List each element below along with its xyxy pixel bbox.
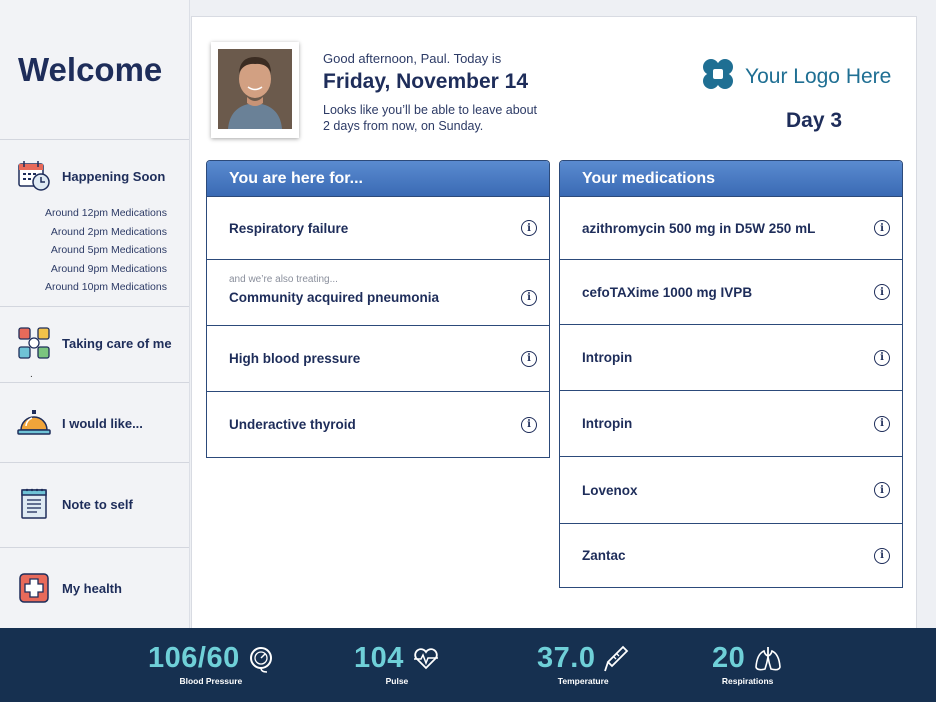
info-icon[interactable]: i — [874, 284, 890, 300]
discharge-estimate: Looks like you’ll be able to leave about… — [323, 102, 593, 134]
vital-blood-pressure[interactable]: 106/60 Blood Pressure — [148, 642, 274, 686]
diagnosis-row[interactable]: and we’re also treating... Community acq… — [207, 259, 549, 325]
list-item[interactable]: Around 5pm Medications — [0, 241, 167, 260]
sidebar-item-note-to-self[interactable]: Note to self — [0, 463, 189, 548]
list-item[interactable]: Around 2pm Medications — [0, 223, 167, 242]
info-icon[interactable]: i — [521, 416, 537, 433]
vital-label: Respirations — [721, 676, 774, 686]
diagnosis-label: High blood pressure — [229, 351, 361, 366]
also-treating-note: and we’re also treating... — [229, 274, 338, 285]
sidebar-item-label: Happening Soon — [62, 168, 166, 184]
medication-row[interactable]: Intropin i — [560, 390, 902, 456]
avatar — [218, 49, 292, 129]
vital-respirations[interactable]: 20 Respirations — [712, 642, 783, 686]
medication-label: Zantac — [582, 548, 626, 563]
main-panel: Good afternoon, Paul. Today is Friday, N… — [191, 16, 917, 628]
vital-value: 106/60 — [148, 642, 240, 674]
sidebar: Welcome Happening Soon Around 12pm Medic… — [0, 0, 190, 628]
panel-header: You are here for... — [207, 161, 549, 196]
sidebar-item-label: Taking care of me — [62, 335, 172, 351]
info-icon[interactable]: i — [874, 220, 890, 236]
list-item[interactable]: Around 9pm Medications — [0, 260, 167, 279]
vitals-bar: 106/60 Blood Pressure 104 Pulse 37.0 Tem… — [0, 628, 936, 702]
stay-day-counter: Day 3 — [786, 109, 843, 132]
diagnosis-label: Community acquired pneumonia — [229, 290, 440, 305]
notepad-icon — [16, 486, 52, 522]
list-item[interactable]: Around 12pm Medications — [0, 204, 167, 223]
sidebar-item-label: Note to self — [62, 496, 133, 512]
diagnosis-label: Underactive thyroid — [229, 417, 356, 432]
discharge-line: 2 days from now, on Sunday. — [323, 119, 484, 133]
logo-text: Your Logo Here — [745, 64, 892, 88]
upcoming-events-list: Around 12pm Medications Around 2pm Medic… — [0, 204, 189, 297]
medical-cross-icon — [16, 570, 52, 606]
info-icon[interactable]: i — [874, 547, 890, 564]
info-icon[interactable]: i — [874, 415, 890, 432]
medication-label: cefoTAXime 1000 mg IVPB — [582, 284, 753, 300]
sidebar-item-happening-soon[interactable]: Happening Soon Around 12pm Medications A… — [0, 140, 189, 307]
medication-row[interactable]: azithromycin 500 mg in D5W 250 mL i — [560, 196, 902, 259]
greeting-text: Good afternoon, Paul. Today is — [323, 51, 502, 66]
hospital-logo: Your Logo Here — [701, 57, 891, 96]
info-icon[interactable]: i — [874, 482, 890, 498]
current-date: Friday, November 14 — [323, 70, 529, 93]
info-icon[interactable]: i — [521, 220, 537, 236]
diagnosis-label: Respiratory failure — [229, 220, 349, 236]
discharge-line: Looks like you’ll be able to leave about — [323, 103, 538, 117]
info-icon[interactable]: i — [521, 289, 537, 306]
service-bell-icon — [16, 405, 52, 441]
vital-value: 20 — [712, 642, 746, 674]
panel-header: Your medications — [560, 161, 902, 196]
logo-icon — [701, 57, 735, 96]
medication-label: Intropin — [582, 416, 633, 431]
thermometer-icon — [603, 645, 629, 673]
gauge-icon — [248, 645, 274, 673]
medications-panel: Your medications azithromycin 500 mg in … — [559, 160, 903, 588]
sidebar-item-i-would-like[interactable]: I would like... — [0, 383, 189, 463]
medication-label: Intropin — [582, 350, 633, 365]
vital-label: Pulse — [385, 676, 409, 686]
medication-row[interactable]: cefoTAXime 1000 mg IVPB i — [560, 259, 902, 324]
care-team-icon — [16, 325, 52, 361]
vital-value: 37.0 — [537, 642, 596, 674]
sidebar-item-taking-care[interactable]: Taking care of me . — [0, 307, 189, 383]
vital-label: Blood Pressure — [179, 676, 243, 686]
diagnoses-panel: You are here for... Respiratory failure … — [206, 160, 550, 458]
diagnosis-row[interactable]: Respiratory failure i — [207, 196, 549, 259]
vital-value: 104 — [354, 642, 404, 674]
sidebar-item-label: My health — [62, 580, 122, 596]
medication-row[interactable]: Lovenox i — [560, 456, 902, 523]
heartbeat-icon — [412, 647, 440, 671]
stray-dot: . — [30, 369, 33, 380]
list-item[interactable]: Around 10pm Medications — [0, 278, 167, 297]
diagnosis-row[interactable]: High blood pressure i — [207, 325, 549, 391]
diagnosis-row[interactable]: Underactive thyroid i — [207, 391, 549, 457]
info-icon[interactable]: i — [874, 349, 890, 366]
sidebar-item-label: I would like... — [62, 415, 143, 431]
sidebar-item-my-health[interactable]: My health — [0, 548, 189, 628]
patient-photo-frame — [211, 42, 299, 138]
medication-row[interactable]: Zantac i — [560, 523, 902, 587]
vital-pulse[interactable]: 104 Pulse — [354, 642, 440, 686]
lungs-icon — [753, 645, 783, 673]
medication-label: Lovenox — [582, 482, 638, 498]
calendar-clock-icon — [16, 158, 52, 194]
welcome-title: Welcome — [0, 0, 189, 140]
vital-temperature[interactable]: 37.0 Temperature — [537, 642, 629, 686]
vital-label: Temperature — [557, 676, 609, 686]
info-icon[interactable]: i — [521, 350, 537, 367]
medication-row[interactable]: Intropin i — [560, 324, 902, 390]
medication-label: azithromycin 500 mg in D5W 250 mL — [582, 220, 816, 236]
